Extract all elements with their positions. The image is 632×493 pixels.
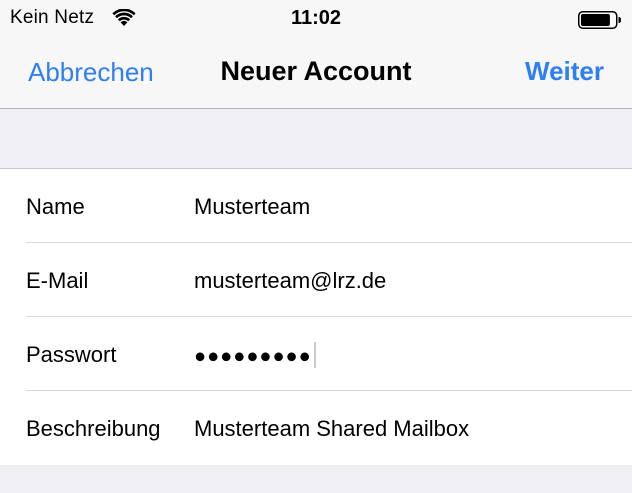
name-field[interactable]: Musterteam: [194, 194, 310, 220]
password-label: Passwort: [26, 342, 117, 367]
text-cursor: [313, 342, 316, 368]
cancel-button[interactable]: Abbrechen: [28, 57, 154, 88]
battery-icon: [578, 10, 622, 30]
screen: Kein Netz 11:02 Abbrechen Neuer Account …: [0, 0, 632, 493]
description-row[interactable]: Beschreibung Musterteam Shared Mailbox: [0, 391, 632, 465]
section-spacer: [0, 109, 632, 168]
email-row[interactable]: E-Mail musterteam@lrz.de: [0, 243, 632, 317]
description-label: Beschreibung: [26, 416, 161, 441]
email-label: E-Mail: [26, 268, 89, 293]
navigation-bar: Abbrechen Neuer Account Weiter: [0, 40, 632, 109]
next-button[interactable]: Weiter: [525, 56, 604, 87]
password-row[interactable]: Passwort ●●●●●●●●●: [0, 317, 632, 391]
account-form: Name Musterteam E-Mail musterteam@lrz.de…: [0, 168, 632, 466]
bottom-spacer: [0, 465, 632, 493]
name-row[interactable]: Name Musterteam: [0, 169, 632, 243]
password-field[interactable]: ●●●●●●●●●: [194, 342, 316, 370]
status-bar: Kein Netz 11:02: [0, 0, 632, 40]
name-label: Name: [26, 194, 85, 219]
password-dots: ●●●●●●●●●: [194, 345, 312, 368]
email-field[interactable]: musterteam@lrz.de: [194, 268, 386, 294]
status-time: 11:02: [290, 7, 342, 29]
description-field[interactable]: Musterteam Shared Mailbox: [194, 416, 469, 442]
